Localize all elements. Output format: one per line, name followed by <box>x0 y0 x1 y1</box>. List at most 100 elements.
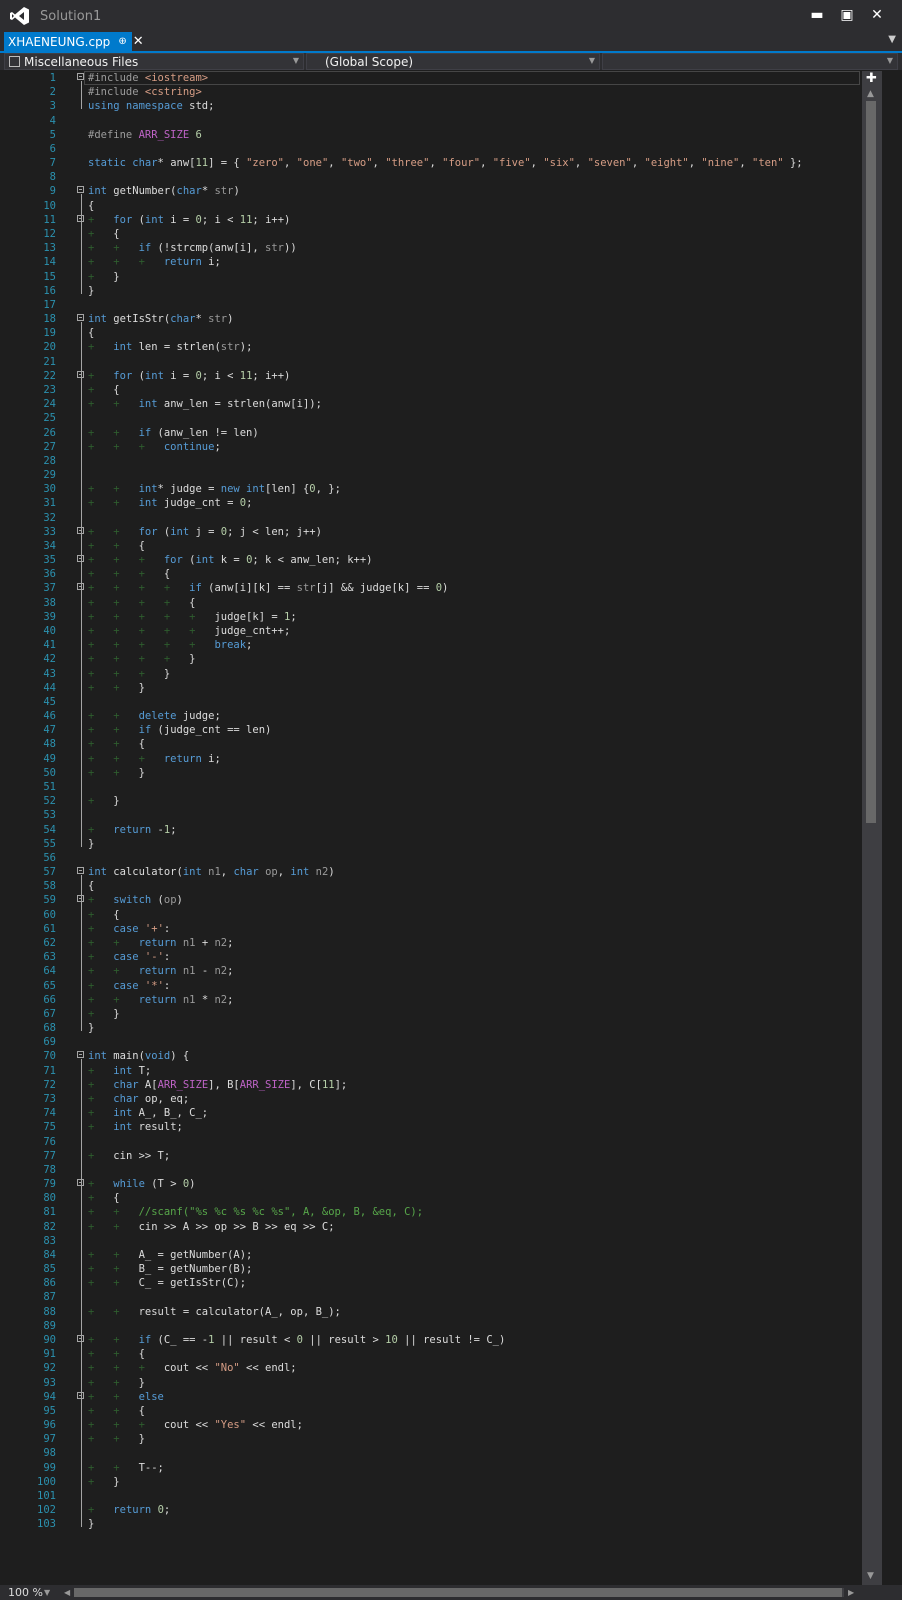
code-line[interactable]: 100 + } <box>0 1475 882 1489</box>
scope-dropdown[interactable]: (Global Scope) ▼ <box>306 53 600 70</box>
code-line[interactable]: 17 <box>0 298 882 312</box>
minimize-button[interactable]: ▬ <box>802 4 832 26</box>
code-line[interactable]: 90 + + if (C_ == -1 || result < 0 || resu… <box>0 1333 882 1347</box>
code-line[interactable]: 102 + return 0; <box>0 1503 882 1517</box>
code-line[interactable]: 95 + + { <box>0 1404 882 1418</box>
code-line[interactable]: 101 <box>0 1489 882 1503</box>
code-line[interactable]: 26 + + if (anw_len != len) <box>0 426 882 440</box>
code-line[interactable]: 60 + { <box>0 908 882 922</box>
collapse-outline-icon[interactable] <box>77 314 84 322</box>
code-line[interactable]: 93 + + } <box>0 1376 882 1390</box>
code-line[interactable]: 27 + + + continue; <box>0 440 882 454</box>
code-line[interactable]: 94 + + else <box>0 1390 882 1404</box>
scroll-up-icon[interactable]: ▲ <box>867 89 874 99</box>
code-line[interactable]: 3 using namespace std; <box>0 99 882 113</box>
code-line[interactable]: 8 <box>0 170 882 184</box>
code-line[interactable]: 84 + + A_ = getNumber(A); <box>0 1248 882 1262</box>
code-line[interactable]: 103} <box>0 1517 882 1531</box>
code-line[interactable]: 91 + + { <box>0 1347 882 1361</box>
code-line[interactable]: 33 + + for (int j = 0; j < len; j++) <box>0 525 882 539</box>
code-line[interactable]: 71 + int T; <box>0 1064 882 1078</box>
code-line[interactable]: 74 + int A_, B_, C_; <box>0 1106 882 1120</box>
code-line[interactable]: 30 + + int* judge = new int[len] {0, }; <box>0 482 882 496</box>
code-line[interactable]: 79 + while (T > 0) <box>0 1177 882 1191</box>
code-line[interactable]: 83 <box>0 1234 882 1248</box>
horizontal-scrollbar[interactable] <box>74 1588 844 1597</box>
code-line[interactable]: 31 + + int judge_cnt = 0; <box>0 496 882 510</box>
code-line[interactable]: 70 int main(void) { <box>0 1049 882 1063</box>
code-line[interactable]: 51 <box>0 780 882 794</box>
code-line[interactable]: 16} <box>0 284 882 298</box>
maximize-button[interactable]: ▣ <box>832 4 862 26</box>
code-line[interactable]: 25 <box>0 411 882 425</box>
code-line[interactable]: 76 <box>0 1135 882 1149</box>
code-line[interactable]: 54 + return -1; <box>0 823 882 837</box>
code-line[interactable]: 89 <box>0 1319 882 1333</box>
code-line[interactable]: 40 + + + + + judge_cnt++; <box>0 624 882 638</box>
code-line[interactable]: 69 <box>0 1035 882 1049</box>
code-line[interactable]: 12 + { <box>0 227 882 241</box>
code-line[interactable]: 57 int calculator(int n1, char op, int n2… <box>0 865 882 879</box>
collapse-outline-icon[interactable] <box>77 867 84 875</box>
code-line[interactable]: 63 + case '-': <box>0 950 882 964</box>
code-line[interactable]: 81 + + //scanf("%s %c %s %c %s", A, &op, … <box>0 1205 882 1219</box>
code-line[interactable]: 85 + + B_ = getNumber(B); <box>0 1262 882 1276</box>
tab-xhaeneung-cpp[interactable]: XHAENEUNG.cpp ⊕ ✕ <box>4 32 144 51</box>
code-line[interactable]: 1 #include <iostream> <box>0 71 882 85</box>
code-line[interactable]: 18 int getIsStr(char* str) <box>0 312 882 326</box>
collapse-outline-icon[interactable] <box>77 186 84 194</box>
code-line[interactable]: 38 + + + + { <box>0 596 882 610</box>
code-line[interactable]: 46 + + delete judge; <box>0 709 882 723</box>
scroll-down-icon[interactable]: ▼ <box>867 1571 874 1581</box>
code-line[interactable]: 52 + } <box>0 794 882 808</box>
zoom-level[interactable]: 100 % <box>8 1585 43 1600</box>
code-line[interactable]: 41 + + + + + break; <box>0 638 882 652</box>
code-line[interactable]: 73 + char op, eq; <box>0 1092 882 1106</box>
code-line[interactable]: 82 + + cin >> A >> op >> B >> eq >> C; <box>0 1220 882 1234</box>
code-line[interactable]: 68} <box>0 1021 882 1035</box>
code-line[interactable]: 15 + } <box>0 270 882 284</box>
close-window-button[interactable]: ✕ <box>862 4 892 26</box>
code-line[interactable]: 36 + + + { <box>0 567 882 581</box>
code-line[interactable]: 50 + + } <box>0 766 882 780</box>
vertical-scrollbar[interactable]: ✚ ▲ ▼ <box>862 71 882 1585</box>
code-line[interactable]: 48 + + { <box>0 737 882 751</box>
code-line[interactable]: 59 + switch (op) <box>0 893 882 907</box>
code-line[interactable]: 44 + + } <box>0 681 882 695</box>
code-line[interactable]: 62 + + return n1 + n2; <box>0 936 882 950</box>
code-line[interactable]: 42 + + + + } <box>0 652 882 666</box>
code-line[interactable]: 97 + + } <box>0 1432 882 1446</box>
code-line[interactable]: 53 <box>0 808 882 822</box>
code-line[interactable]: 86 + + C_ = getIsStr(C); <box>0 1276 882 1290</box>
code-line[interactable]: 61 + case '+': <box>0 922 882 936</box>
code-line[interactable]: 22 + for (int i = 0; i < 11; i++) <box>0 369 882 383</box>
code-line[interactable]: 58 { <box>0 879 882 893</box>
code-line[interactable]: 72 + char A[ARR_SIZE], B[ARR_SIZE], C[11]… <box>0 1078 882 1092</box>
pin-icon[interactable]: ⊕ <box>118 36 126 47</box>
code-line[interactable]: 9 int getNumber(char* str) <box>0 184 882 198</box>
code-line[interactable]: 32 <box>0 511 882 525</box>
code-line[interactable]: 99 + + T--; <box>0 1461 882 1475</box>
code-line[interactable]: 21 <box>0 355 882 369</box>
code-line[interactable]: 80 + { <box>0 1191 882 1205</box>
code-line[interactable]: 98 <box>0 1446 882 1460</box>
code-line[interactable]: 65 + case '*': <box>0 979 882 993</box>
code-line[interactable]: 47 + + if (judge_cnt == len) <box>0 723 882 737</box>
code-line[interactable]: 24 + + int anw_len = strlen(anw[i]); <box>0 397 882 411</box>
code-line[interactable]: 34 + + { <box>0 539 882 553</box>
code-line[interactable]: 2 #include <cstring> <box>0 85 882 99</box>
scroll-right-icon[interactable]: ▶ <box>848 1585 854 1600</box>
code-line[interactable]: 55} <box>0 837 882 851</box>
split-editor-icon[interactable]: ✚ <box>866 71 877 86</box>
code-line[interactable]: 66 + + return n1 * n2; <box>0 993 882 1007</box>
code-editor[interactable]: 1 #include <iostream> 2 #include <cstring> 3… <box>0 71 882 1585</box>
code-line[interactable]: 96 + + + cout << "Yes" << endl; <box>0 1418 882 1432</box>
collapse-outline-icon[interactable] <box>77 1051 84 1059</box>
tab-overflow-chevron-down-icon[interactable]: ▼ <box>888 34 896 45</box>
code-line[interactable]: 92 + + + cout << "No" << endl; <box>0 1361 882 1375</box>
code-line[interactable]: 35 + + + for (int k = 0; k < anw_len; k++… <box>0 553 882 567</box>
code-line[interactable]: 88 + + result = calculator(A_, op, B_); <box>0 1305 882 1319</box>
code-line[interactable]: 29 <box>0 468 882 482</box>
code-line[interactable]: 39 + + + + + judge[k] = 1; <box>0 610 882 624</box>
code-line[interactable]: 14 + + + return i; <box>0 255 882 269</box>
